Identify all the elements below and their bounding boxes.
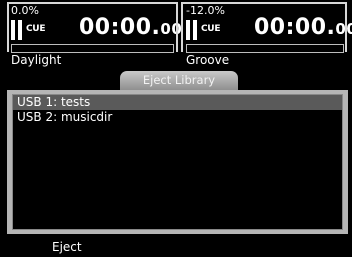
track-name: Groove	[186, 53, 230, 67]
eject-library-dialog: USB 1: tests USB 2: musicdir	[7, 90, 348, 234]
eject-softkey[interactable]: Eject	[52, 240, 82, 254]
track-name: Daylight	[11, 53, 62, 67]
library-list[interactable]: USB 1: tests USB 2: musicdir	[12, 94, 343, 230]
dialog-tab-title: Eject Library	[120, 71, 238, 90]
deck-left-frame	[7, 2, 178, 52]
list-item[interactable]: USB 1: tests	[13, 95, 342, 110]
deck-right-frame	[181, 2, 347, 52]
list-item[interactable]: USB 2: musicdir	[13, 110, 342, 125]
